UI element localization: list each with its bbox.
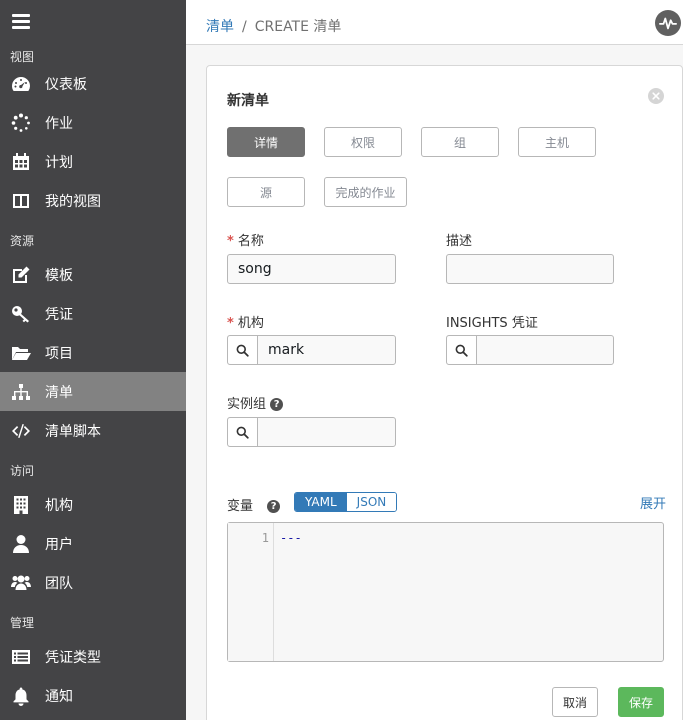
activity-stream-icon[interactable] (655, 10, 681, 36)
sidebar-item-users[interactable]: 用户 (0, 524, 186, 563)
description-label: 描述 (446, 234, 473, 249)
insights-search-button[interactable] (447, 336, 477, 364)
key-icon (10, 303, 32, 325)
sitemap-icon (10, 381, 32, 403)
spinner-icon (10, 112, 32, 134)
expand-editor-link[interactable]: 展开 (640, 493, 666, 512)
user-icon (10, 533, 32, 555)
sidebar-item-projects[interactable]: 项目 (0, 333, 186, 372)
sidebar-item-notifications[interactable]: 通知 (0, 676, 186, 715)
instance-groups-label-text: 实例组 (227, 397, 267, 412)
instance-groups-search-button[interactable] (228, 418, 258, 446)
sidebar-section-resources: 资源 (10, 234, 35, 248)
sidebar-item-organizations[interactable]: 机构 (0, 485, 186, 524)
list-alt-icon (10, 646, 32, 668)
instance-groups-lookup (227, 417, 396, 447)
sidebar-item-teams[interactable]: 团队 (0, 563, 186, 602)
sidebar-item-label: 通知 (45, 688, 73, 705)
sidebar-item-label: 我的视图 (45, 193, 101, 210)
search-icon (455, 344, 468, 357)
instance-groups-label: 实例组 ? (227, 393, 284, 412)
folder-open-icon (10, 342, 32, 364)
editor-line-numbers: 1 (228, 523, 274, 661)
help-icon[interactable]: ? (270, 398, 284, 411)
help-icon[interactable]: ? (267, 500, 281, 513)
sidebar: 视图 仪表板 作业 计划 我的视图 资源 模板 凭证 项目 清单 清单脚本 访问 (0, 0, 186, 720)
sidebar-item-label: 清单脚本 (45, 423, 101, 440)
sidebar-item-jobs[interactable]: 作业 (0, 103, 186, 142)
tab-sources[interactable]: 源 (227, 177, 305, 207)
variables-code-editor[interactable]: 1 --- (227, 522, 664, 662)
organization-lookup: mark (227, 335, 396, 365)
sidebar-item-templates[interactable]: 模板 (0, 255, 186, 294)
dashboard-icon (10, 73, 32, 95)
users-icon (10, 572, 32, 594)
close-icon[interactable] (648, 88, 664, 104)
sidebar-item-schedules[interactable]: 计划 (0, 142, 186, 181)
search-icon (236, 344, 249, 357)
variables-label: 变量 ? (227, 495, 281, 514)
insights-credential-lookup (446, 335, 614, 365)
sidebar-item-label: 模板 (45, 267, 73, 284)
create-inventory-panel: 新清单 详情 权限 组 主机 源 完成的作业 * 名称 song 描述 * 机构 m… (206, 65, 683, 720)
top-bar: 清单 / CREATE 清单 (186, 0, 683, 45)
sidebar-item-credential-types[interactable]: 凭证类型 (0, 637, 186, 676)
sidebar-item-label: 凭证 (45, 306, 73, 323)
description-input[interactable] (446, 254, 614, 284)
json-toggle-button[interactable]: JSON (346, 493, 397, 511)
editor-content[interactable]: --- (274, 523, 663, 661)
insights-credential-input[interactable] (477, 336, 613, 364)
sidebar-item-label: 机构 (45, 497, 73, 514)
organization-label-text: 机构 (237, 316, 264, 331)
sidebar-item-label: 团队 (45, 575, 73, 592)
edit-icon (10, 264, 32, 286)
bell-icon (10, 685, 32, 707)
variables-label-text: 变量 (227, 499, 254, 514)
sidebar-item-label: 清单 (45, 384, 73, 401)
breadcrumb-separator: / (242, 19, 247, 35)
sidebar-item-label: 用户 (45, 536, 73, 553)
sidebar-item-label: 项目 (45, 345, 73, 362)
columns-icon (10, 190, 32, 212)
sidebar-section-access: 访问 (10, 464, 35, 478)
breadcrumb-inventories-link[interactable]: 清单 (206, 19, 234, 35)
name-input[interactable]: song (227, 254, 396, 284)
tab-details[interactable]: 详情 (227, 127, 305, 157)
breadcrumb: 清单 / CREATE 清单 (206, 16, 341, 36)
instance-groups-input[interactable] (258, 418, 395, 446)
building-icon (10, 494, 32, 516)
search-icon (236, 426, 249, 439)
sidebar-item-label: 作业 (45, 115, 73, 132)
sidebar-item-my-view[interactable]: 我的视图 (0, 181, 186, 220)
yaml-toggle-button[interactable]: YAML (295, 493, 347, 511)
sidebar-section-views: 视图 (10, 50, 35, 64)
tab-groups[interactable]: 组 (421, 127, 499, 157)
tab-permissions[interactable]: 权限 (324, 127, 402, 157)
sidebar-item-label: 计划 (45, 154, 73, 171)
name-label-text: 名称 (237, 234, 264, 249)
sidebar-item-inventory-scripts[interactable]: 清单脚本 (0, 411, 186, 450)
tab-completed-jobs[interactable]: 完成的作业 (324, 177, 407, 207)
name-label: * 名称 (227, 234, 264, 249)
code-icon (10, 420, 32, 442)
panel-title: 新清单 (227, 93, 269, 109)
cancel-button[interactable]: 取消 (552, 687, 598, 717)
sidebar-item-label: 仪表板 (45, 76, 87, 93)
organization-input[interactable]: mark (258, 336, 395, 364)
breadcrumb-current: CREATE 清单 (254, 19, 342, 35)
calendar-icon (10, 151, 32, 173)
sidebar-item-dashboard[interactable]: 仪表板 (0, 64, 186, 103)
organization-search-button[interactable] (228, 336, 258, 364)
sidebar-item-inventories[interactable]: 清单 (0, 372, 186, 411)
variables-format-toggle: YAML JSON (294, 492, 398, 512)
tab-hosts[interactable]: 主机 (518, 127, 596, 157)
sidebar-item-credentials[interactable]: 凭证 (0, 294, 186, 333)
organization-label: * 机构 (227, 316, 264, 331)
sidebar-item-label: 凭证类型 (45, 649, 101, 666)
insights-credential-label: INSIGHTS 凭证 (446, 316, 538, 331)
sidebar-section-admin: 管理 (10, 616, 35, 630)
hamburger-menu-icon[interactable] (12, 14, 30, 30)
save-button[interactable]: 保存 (618, 687, 664, 717)
